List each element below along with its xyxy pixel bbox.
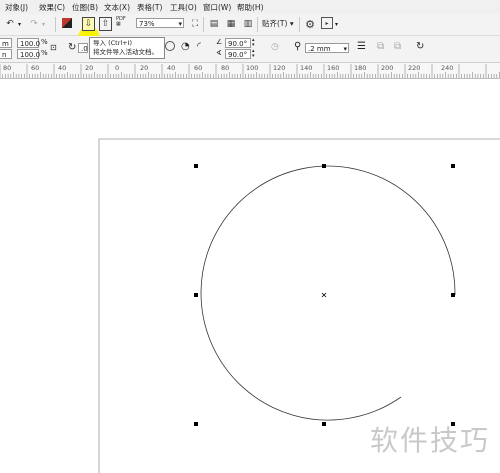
- ruler-label: 180: [354, 64, 367, 72]
- undo-icon[interactable]: ↶: [3, 17, 17, 31]
- ruler-label: 20: [140, 64, 149, 72]
- handle-top-middle[interactable]: [322, 164, 326, 168]
- menu-window[interactable]: 窗口(W): [203, 2, 231, 13]
- menu-table[interactable]: 表格(T): [137, 2, 162, 13]
- import-icon[interactable]: ⇩: [82, 17, 95, 31]
- handle-top-right[interactable]: [451, 164, 455, 168]
- scale-width-input[interactable]: 100.0: [17, 38, 40, 48]
- chevron-down-icon: ▾: [178, 20, 182, 28]
- import-tooltip: 导入 (Ctrl+I) 将文件导入活动文档。: [89, 37, 165, 59]
- menu-text[interactable]: 文本(X): [104, 2, 130, 13]
- end-angle-icon: ∢: [216, 49, 222, 57]
- drawing-canvas[interactable]: 软件技巧: [0, 79, 500, 473]
- start-angle-input[interactable]: 90.0°: [225, 38, 251, 48]
- center-mark: [321, 292, 327, 298]
- publish-pdf-icon[interactable]: PDF ▦: [116, 17, 126, 27]
- redo-icon[interactable]: ↷: [27, 17, 41, 31]
- property-bar: m n 100.0 100.0 % % ⊡ ↻ .0 ◔ ◜ ∠ ∢ 90.0°…: [0, 36, 500, 63]
- ruler-label: 40: [58, 64, 67, 72]
- tooltip-body: 将文件导入活动文档。: [93, 48, 158, 56]
- fullscreen-icon[interactable]: ⛶: [188, 17, 202, 31]
- application-launcher-icon[interactable]: ▸: [321, 17, 333, 29]
- wrap-text-icon[interactable]: ☰: [357, 41, 366, 52]
- show-rulers-icon[interactable]: ▤: [207, 17, 221, 31]
- chevron-down-icon: ▾: [343, 45, 347, 53]
- zoom-select[interactable]: 73% ▾: [136, 18, 184, 28]
- lock-ratio-icon[interactable]: ⊡: [50, 43, 57, 52]
- arc-icon[interactable]: ◜: [197, 41, 201, 52]
- spinner-icon[interactable]: ▴ ▾: [252, 49, 255, 59]
- menu-help[interactable]: 帮助(H): [237, 2, 264, 13]
- direction-icon[interactable]: ◷: [271, 42, 279, 52]
- undo-dropdown-icon[interactable]: ▾: [18, 21, 21, 28]
- position-y-input[interactable]: n: [0, 49, 12, 59]
- separator: [203, 17, 204, 32]
- watermark-text: 软件技巧: [369, 424, 490, 457]
- ruler-label: 220: [408, 64, 421, 72]
- tooltip-title: 导入 (Ctrl+I): [93, 39, 133, 47]
- snap-to-button[interactable]: 贴齐(T) ▾: [262, 18, 294, 29]
- show-grid-icon[interactable]: ▦: [224, 17, 238, 31]
- position-x-input[interactable]: m: [0, 38, 12, 48]
- standard-toolbar: ↶ ▾ ↷ ▾ ⇩ ⇧ PDF ▦ 73% ▾ ⛶ ▤ ▦ ▥ 贴齐(T) ▾ ⚙…: [0, 14, 500, 48]
- ruler-label: 40: [167, 64, 176, 72]
- menu-bar: 对象(J) 效果(C) 位图(B) 文本(X) 表格(T) 工具(O) 窗口(W…: [0, 0, 500, 15]
- zoom-value: 73%: [139, 20, 155, 28]
- convert-to-curves-icon[interactable]: ↻: [416, 41, 424, 52]
- rotation-input[interactable]: .0: [78, 43, 88, 53]
- ruler-label: 80: [221, 64, 230, 72]
- menu-effects[interactable]: 效果(C): [39, 2, 65, 13]
- search-content-icon[interactable]: [62, 18, 72, 28]
- ruler-label: 80: [3, 64, 12, 72]
- end-angle-input[interactable]: 90.0°: [225, 49, 251, 59]
- ruler-label: 240: [441, 64, 454, 72]
- percent-unit: %: [41, 38, 48, 46]
- outline-width-select[interactable]: .2 mm ▾: [305, 43, 349, 53]
- handle-bottom-left[interactable]: [194, 422, 198, 426]
- to-back-icon[interactable]: ⧉: [394, 41, 401, 52]
- pen-outline-icon: ⚲: [294, 41, 302, 52]
- handle-middle-left[interactable]: [194, 293, 198, 297]
- gear-icon[interactable]: ⚙: [303, 17, 317, 31]
- show-guidelines-icon[interactable]: ▥: [241, 17, 255, 31]
- ruler-label: 100: [246, 64, 259, 72]
- menu-tools[interactable]: 工具(O): [170, 2, 197, 13]
- canvas-drawing: [98, 138, 500, 473]
- pie-icon[interactable]: ◔: [181, 41, 190, 52]
- chevron-down-icon: ▾: [289, 19, 294, 28]
- ruler-label: 60: [31, 64, 40, 72]
- ruler-label: 160: [327, 64, 340, 72]
- ruler-label: 140: [300, 64, 313, 72]
- chevron-down-icon[interactable]: ▾: [335, 21, 338, 28]
- redo-dropdown-icon[interactable]: ▾: [42, 21, 45, 28]
- ruler-label: 20: [85, 64, 94, 72]
- separator: [257, 17, 258, 32]
- separator: [55, 17, 56, 32]
- to-front-icon[interactable]: ⧉: [377, 41, 384, 52]
- percent-unit: %: [41, 49, 48, 57]
- horizontal-ruler[interactable]: 80 60 40 20 0 20 40 60 80 100 120 140 16…: [0, 63, 500, 79]
- arc-shape[interactable]: [200, 165, 456, 421]
- handle-bottom-middle[interactable]: [322, 422, 326, 426]
- handle-middle-right[interactable]: [451, 293, 455, 297]
- ruler-label: 0: [115, 64, 120, 72]
- separator: [299, 17, 300, 32]
- menu-bitmap[interactable]: 位图(B): [72, 2, 98, 13]
- export-icon[interactable]: ⇧: [99, 17, 112, 31]
- ruler-label: 200: [381, 64, 394, 72]
- scale-height-input[interactable]: 100.0: [17, 49, 40, 59]
- rotate-icon: ↻: [68, 42, 77, 53]
- start-angle-icon: ∠: [216, 38, 223, 46]
- handle-top-left[interactable]: [194, 164, 198, 168]
- ellipse-icon[interactable]: [165, 41, 175, 51]
- spinner-icon[interactable]: ▴ ▾: [252, 38, 255, 48]
- ruler-label: 120: [273, 64, 286, 72]
- ruler-label: 60: [194, 64, 203, 72]
- menu-object[interactable]: 对象(J): [5, 2, 28, 13]
